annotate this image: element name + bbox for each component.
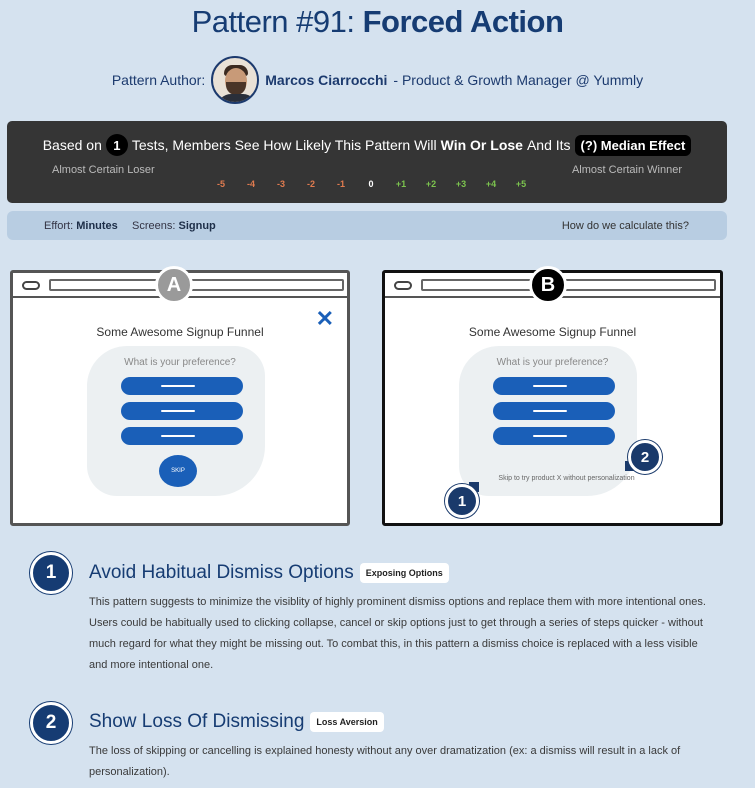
funnel-title: Some Awesome Signup Funnel	[96, 325, 264, 339]
principle-tag[interactable]: Loss Aversion	[310, 712, 384, 732]
principle-heading: Show Loss Of Dismissing Loss Aversion	[89, 711, 384, 733]
effect-scale: -5 -4 -3 -2 -1 0 +1 +2 +3 +4 +5	[206, 179, 536, 189]
skip-button: SKIP	[159, 455, 197, 487]
title-prefix: Pattern #91:	[191, 4, 355, 39]
variant-a-badge: A	[155, 266, 193, 304]
info-bar: Effort: Minutes Screens: Signup How do w…	[7, 211, 727, 240]
preference-option-1	[493, 377, 615, 395]
preference-question: What is your preference?	[124, 357, 236, 368]
scale-value: +3	[455, 179, 467, 189]
principle-description: The loss of skipping or cancelling is ex…	[89, 745, 681, 778]
scale-value: +4	[485, 179, 497, 189]
variant-b-badge: B	[529, 266, 567, 304]
principle-description: This pattern suggests to minimize the vi…	[89, 596, 706, 671]
and-its-text: And Its	[526, 137, 571, 153]
marker-2: 2	[628, 440, 662, 474]
principle-heading: Avoid Habitual Dismiss Options Exposing …	[89, 562, 449, 584]
preference-option-2	[121, 402, 243, 420]
screens-value[interactable]: Signup	[178, 220, 215, 232]
based-on-text: Based on	[42, 137, 102, 153]
preference-option-3	[493, 427, 615, 445]
principle-title: Avoid Habitual Dismiss Options	[89, 562, 354, 583]
scale-value: -1	[336, 179, 345, 189]
address-bar	[421, 279, 716, 291]
loser-label: Almost Certain Loser	[52, 164, 155, 176]
author-name[interactable]: Marcos Ciarrocchi	[265, 72, 387, 88]
author-label: Pattern Author:	[111, 72, 206, 88]
skip-link: Skip to try product X without personaliz…	[498, 475, 635, 482]
effort-info: Effort: Minutes	[44, 220, 118, 232]
effort-label: Effort:	[44, 220, 74, 232]
how-calculate-link[interactable]: How do we calculate this?	[562, 220, 689, 232]
page-title: Pattern #91: Forced Action	[0, 4, 755, 40]
median-effect-button[interactable]: (?) Median Effect	[574, 134, 692, 156]
results-mid-text: Tests, Members See How Likely This Patte…	[131, 137, 437, 153]
scale-value: +2	[425, 179, 437, 189]
author-role: - Product & Growth Manager @ Yummly	[393, 72, 644, 88]
form-background	[459, 346, 637, 496]
principle-tag[interactable]: Exposing Options	[359, 563, 449, 583]
preference-option-2	[493, 402, 615, 420]
winner-label: Almost Certain Winner	[571, 164, 682, 176]
preference-option-3	[121, 427, 243, 445]
win-or-lose-text: Win Or Lose	[440, 137, 523, 153]
screens-label: Screens:	[132, 220, 176, 232]
address-bar	[49, 279, 344, 291]
scale-value: -4	[246, 179, 255, 189]
scale-value: -2	[306, 179, 315, 189]
tests-count-badge: 1	[105, 134, 128, 156]
variant-b-mockup: B Some Awesome Signup Funnel What is you…	[382, 266, 723, 526]
results-summary: Based on 1 Tests, Members See How Likely…	[7, 134, 727, 156]
variant-a-mockup: A ✕ Some Awesome Signup Funnel What is y…	[10, 266, 350, 526]
scale-value: +1	[395, 179, 407, 189]
principle-title: Show Loss Of Dismissing	[89, 711, 305, 732]
screens-info: Screens: Signup	[132, 220, 216, 232]
scale-value: 0	[368, 179, 374, 189]
scale-value: +5	[515, 179, 527, 189]
avatar[interactable]	[211, 56, 260, 104]
funnel-title: Some Awesome Signup Funnel	[468, 325, 637, 339]
principle-number: 2	[30, 702, 72, 744]
title-pattern-name: Forced Action	[362, 4, 564, 39]
effort-value: Minutes	[76, 220, 118, 232]
scale-value: -5	[216, 179, 225, 189]
browser-dots-icon	[394, 281, 412, 290]
preference-question: What is your preference?	[496, 357, 609, 368]
results-panel: Based on 1 Tests, Members See How Likely…	[7, 121, 727, 203]
author-row: Pattern Author: Marcos Ciarrocchi - Prod…	[0, 56, 755, 104]
principle-number: 1	[30, 552, 72, 594]
marker-1: 1	[445, 484, 479, 518]
preference-option-1	[121, 377, 243, 395]
scale-value: -3	[276, 179, 285, 189]
browser-dots-icon	[22, 281, 40, 290]
